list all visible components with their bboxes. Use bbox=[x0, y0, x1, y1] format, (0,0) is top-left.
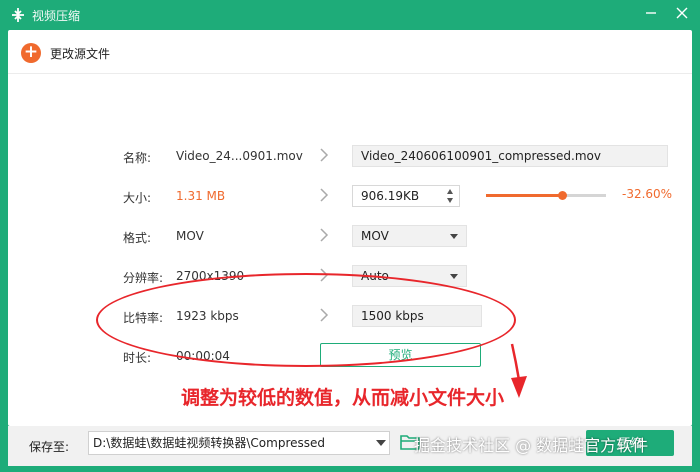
source-name-value: Video_24...0901.mov bbox=[176, 149, 303, 163]
format-select-value: MOV bbox=[361, 229, 389, 243]
resolution-select[interactable]: Auto bbox=[352, 265, 467, 287]
preview-button[interactable]: 预览 bbox=[320, 343, 481, 367]
save-path-select[interactable]: D:\数据蛙\数据蛙视频转换器\Compressed bbox=[88, 431, 390, 455]
format-select[interactable]: MOV bbox=[352, 225, 467, 247]
spin-down-icon[interactable] bbox=[447, 198, 453, 203]
annotation-arrow-icon bbox=[510, 343, 527, 398]
source-duration-value: 00:00:04 bbox=[176, 349, 230, 363]
add-icon[interactable]: + bbox=[21, 43, 41, 63]
size-percent: -32.60% bbox=[622, 187, 673, 201]
dropdown-arrow-icon bbox=[450, 274, 458, 279]
main-panel: + 更改源文件 名称: Video_24...0901.mov Video_24… bbox=[8, 30, 692, 426]
chevron-right-icon bbox=[320, 148, 329, 162]
save-to-label: 保存至: bbox=[29, 440, 70, 454]
save-path-value: D:\数据蛙\数据蛙视频转换器\Compressed bbox=[93, 436, 325, 450]
source-bitrate-value: 1923 kbps bbox=[176, 309, 239, 323]
source-size-value: 1.31 MB bbox=[176, 189, 226, 203]
window-title: 视频压缩 bbox=[32, 9, 81, 23]
size-slider-fill bbox=[486, 194, 563, 197]
chevron-right-icon bbox=[320, 268, 329, 282]
compress-window: 视频压缩 + 更改源文件 名称: Video_24...0901.mov Vid… bbox=[0, 0, 700, 472]
annotation-text: 调整为较低的数值，从而减小文件大小 bbox=[181, 387, 505, 409]
chevron-right-icon bbox=[320, 228, 329, 242]
resolution-select-value: Auto bbox=[361, 269, 389, 283]
size-label: 大小: bbox=[123, 191, 152, 205]
spin-up-icon[interactable] bbox=[447, 189, 453, 194]
chevron-right-icon bbox=[320, 188, 329, 202]
resolution-label: 分辨率: bbox=[123, 271, 164, 285]
bitrate-field[interactable]: 1500 kbps bbox=[352, 305, 482, 327]
dropdown-arrow-icon bbox=[376, 440, 386, 446]
title-bar: 视频压缩 bbox=[0, 0, 700, 30]
compress-logo-icon bbox=[12, 8, 24, 22]
minimize-icon[interactable] bbox=[643, 5, 659, 21]
close-icon[interactable] bbox=[674, 5, 690, 21]
size-slider[interactable] bbox=[486, 191, 606, 200]
source-format-value: MOV bbox=[176, 229, 204, 243]
source-resolution-value: 2700x1390 bbox=[176, 269, 245, 283]
output-size-stepper[interactable]: 906.19KB bbox=[352, 185, 460, 207]
toolbar: + 更改源文件 bbox=[8, 30, 692, 74]
output-name-field[interactable]: Video_240606100901_compressed.mov bbox=[352, 145, 668, 167]
watermark-text: 掘金技术社区 @ 数据蛙官方软件 bbox=[414, 436, 649, 455]
dropdown-arrow-icon bbox=[450, 234, 458, 239]
format-label: 格式: bbox=[123, 231, 152, 245]
name-label: 名称: bbox=[123, 151, 152, 165]
chevron-right-icon bbox=[320, 308, 329, 322]
duration-label: 时长: bbox=[123, 351, 152, 365]
change-source-button[interactable]: 更改源文件 bbox=[50, 45, 110, 62]
bitrate-label: 比特率: bbox=[123, 311, 164, 325]
size-slider-thumb[interactable] bbox=[558, 191, 568, 200]
output-size-value: 906.19KB bbox=[361, 189, 420, 203]
